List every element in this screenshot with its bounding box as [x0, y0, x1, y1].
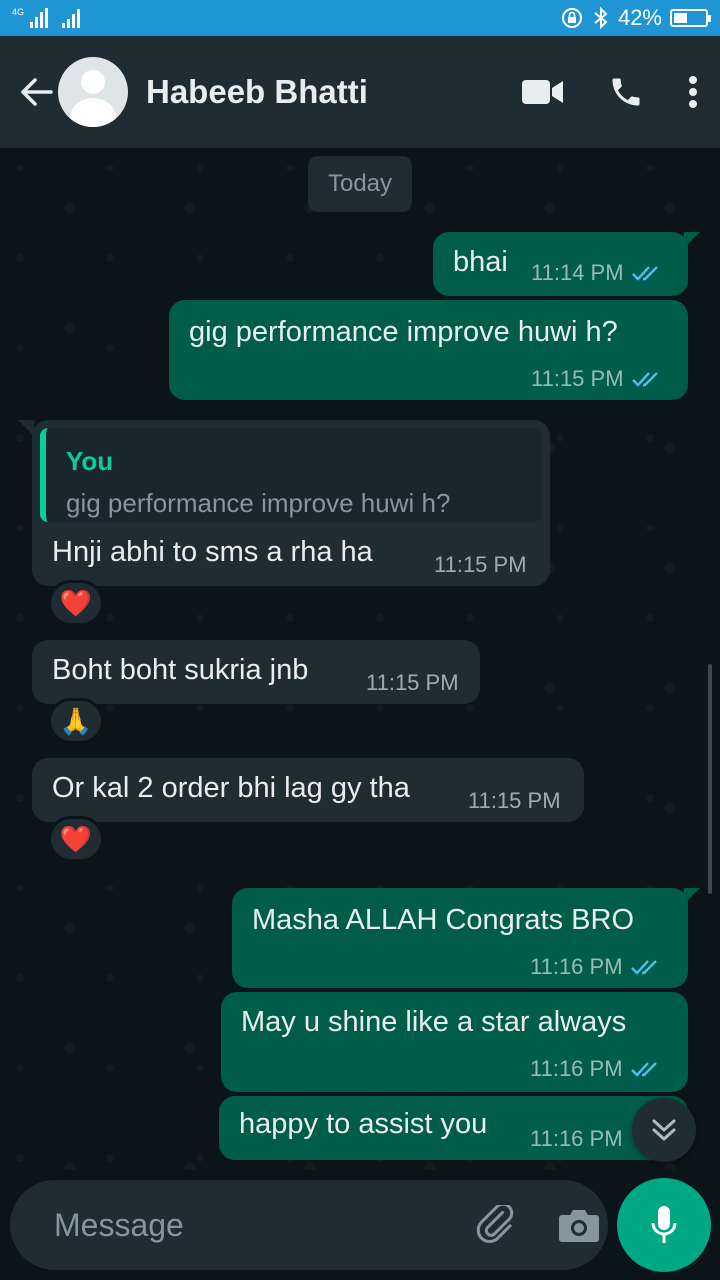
message-meta: 11:14 PM — [531, 260, 662, 286]
read-ticks-icon — [631, 266, 658, 281]
message-bubble-incoming[interactable]: Or kal 2 order bhi lag gy tha 11:15 PM — [32, 758, 584, 822]
message-bubble-outgoing[interactable]: gig performance improve huwi h? 11:15 PM — [169, 300, 688, 400]
bubble-tail — [684, 232, 700, 248]
read-ticks-icon — [630, 960, 657, 975]
signal-indicators: 4G — [12, 6, 81, 28]
message-text: May u shine like a star always — [241, 1006, 627, 1038]
camera-icon[interactable] — [558, 1207, 600, 1243]
message-time: 11:15 PM — [468, 788, 561, 813]
message-text: bhai — [453, 246, 508, 278]
attach-icon[interactable] — [474, 1205, 518, 1245]
message-meta: 11:15 PM — [531, 366, 662, 392]
signal-strength-icon-2 — [62, 8, 81, 28]
message-time: 11:15 PM — [434, 552, 527, 577]
message-meta: 11:16 PM — [530, 1056, 661, 1082]
battery-percent: 42% — [617, 5, 662, 30]
message-meta: 11:16 PM — [530, 1126, 623, 1152]
message-list[interactable]: Today bhai 11:14 PM gig performance impr… — [0, 148, 720, 1170]
message-bubble-incoming[interactable]: You gig performance improve huwi h? Hnji… — [32, 420, 550, 586]
message-text: Hnji abhi to sms a rha ha — [52, 536, 373, 568]
message-input[interactable] — [54, 1206, 474, 1244]
message-meta: 11:15 PM — [434, 552, 527, 578]
scroll-to-bottom-button[interactable] — [632, 1098, 696, 1162]
message-meta: 11:15 PM — [468, 788, 561, 814]
voice-call-icon[interactable] — [608, 74, 644, 110]
more-options-icon[interactable] — [688, 75, 698, 109]
chat-header: Habeeb Bhatti — [0, 36, 720, 148]
message-bubble-outgoing[interactable]: happy to assist you 11:16 PM — [219, 1096, 688, 1160]
message-time: 11:14 PM — [531, 260, 624, 285]
message-text: happy to assist you — [239, 1108, 488, 1140]
message-text: Boht boht sukria jnb — [52, 654, 309, 686]
message-time: 11:16 PM — [530, 954, 623, 979]
quote-author: You — [66, 446, 114, 476]
message-text: gig performance improve huwi h? — [189, 316, 618, 348]
double-chevron-down-icon — [652, 1119, 676, 1141]
date-divider: Today — [308, 156, 412, 212]
composer — [0, 1170, 720, 1280]
status-right: 42% — [560, 5, 711, 31]
quote-text: gig performance improve huwi h? — [66, 488, 451, 518]
voice-message-button[interactable] — [617, 1178, 711, 1272]
avatar[interactable] — [58, 57, 128, 127]
message-reaction[interactable]: ❤️ — [48, 816, 104, 862]
message-meta: 11:15 PM — [366, 670, 459, 696]
message-input-container — [10, 1180, 608, 1270]
message-bubble-incoming[interactable]: Boht boht sukria jnb 11:15 PM — [32, 640, 480, 704]
back-arrow-icon — [21, 78, 53, 106]
bubble-tail — [684, 888, 700, 904]
message-text: Masha ALLAH Congrats BRO — [252, 904, 635, 936]
quoted-message[interactable]: You gig performance improve huwi h? — [40, 428, 542, 522]
message-time: 11:16 PM — [530, 1056, 623, 1081]
message-reaction[interactable]: ❤️ — [48, 580, 104, 626]
microphone-icon — [651, 1206, 677, 1243]
read-ticks-icon — [630, 1062, 657, 1077]
message-text: Or kal 2 order bhi lag gy tha — [52, 772, 410, 804]
back-button[interactable] — [16, 72, 56, 112]
message-bubble-outgoing[interactable]: bhai 11:14 PM — [433, 232, 688, 296]
battery-icon — [670, 9, 711, 27]
message-time: 11:15 PM — [366, 670, 459, 695]
network-type: 4G — [12, 6, 25, 17]
message-time: 11:16 PM — [530, 1126, 623, 1151]
message-bubble-outgoing[interactable]: Masha ALLAH Congrats BRO 11:16 PM — [232, 888, 688, 988]
signal-strength-icon — [30, 8, 49, 28]
read-ticks-icon — [631, 372, 658, 387]
status-bar: 4G 42% — [0, 0, 720, 36]
message-meta: 11:16 PM — [530, 954, 661, 980]
bluetooth-icon — [594, 6, 608, 30]
scrollbar[interactable] — [708, 664, 712, 894]
contact-name[interactable]: Habeeb Bhatti — [146, 73, 522, 111]
video-call-icon[interactable] — [522, 79, 564, 105]
message-bubble-outgoing[interactable]: May u shine like a star always 11:16 PM — [221, 992, 688, 1092]
rotation-lock-icon — [561, 8, 582, 28]
message-time: 11:15 PM — [531, 366, 624, 391]
message-reaction[interactable]: 🙏 — [48, 698, 104, 744]
